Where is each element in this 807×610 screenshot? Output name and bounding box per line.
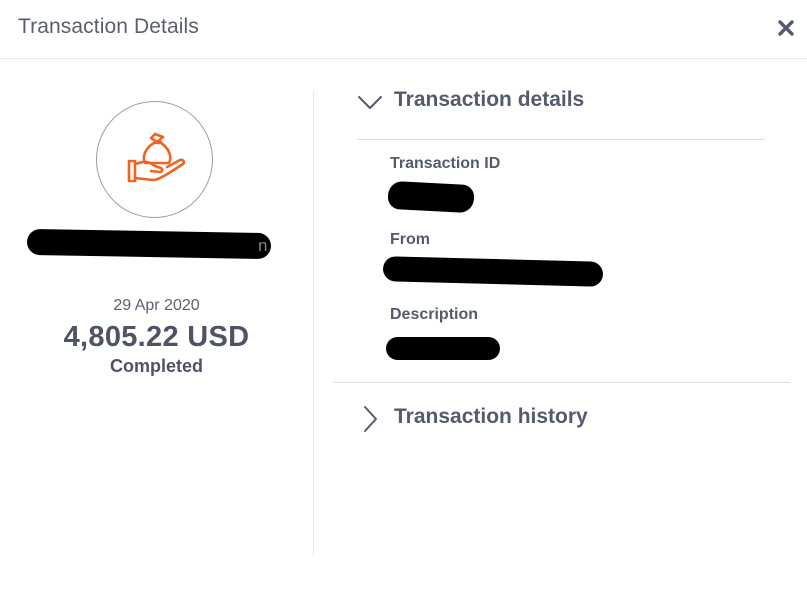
redacted-transaction-id (387, 180, 475, 214)
transaction-avatar (96, 101, 213, 218)
transaction-status: Completed (109, 356, 203, 376)
history-section-title: Transaction history (394, 405, 588, 428)
chevron-down-icon (358, 96, 382, 109)
details-header-divider (357, 139, 765, 140)
details-section-title: Transaction details (394, 88, 585, 111)
money-bag-hand-icon (127, 132, 186, 183)
from-label: From (390, 231, 430, 248)
close-button[interactable] (772, 14, 800, 42)
redacted-description (386, 337, 500, 360)
transaction-amount: 4,805.22 USD (63, 321, 250, 353)
description-label: Description (390, 306, 479, 323)
chevron-right-icon (364, 406, 377, 432)
modal-header: Transaction Details (0, 0, 807, 59)
history-section-header[interactable]: Transaction history (356, 404, 616, 436)
close-icon (778, 20, 794, 36)
transaction-date: 29 Apr 2020 (113, 297, 200, 314)
redacted-from (382, 256, 604, 287)
details-section-header[interactable]: Transaction details (356, 88, 616, 120)
redacted-name (26, 228, 272, 260)
modal-title: Transaction Details (18, 15, 199, 38)
transaction-id-label: Transaction ID (390, 155, 501, 172)
name-visible-fragment: n (258, 236, 268, 255)
column-divider (313, 90, 314, 556)
section-divider (333, 382, 790, 383)
